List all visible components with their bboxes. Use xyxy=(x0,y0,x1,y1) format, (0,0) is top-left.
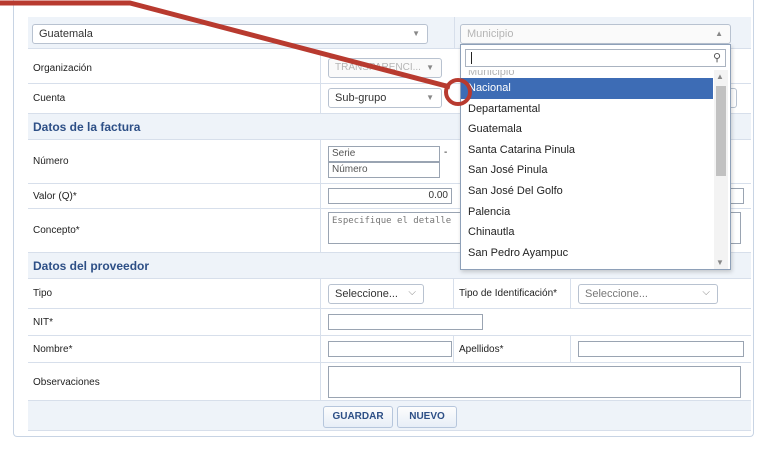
numero-input[interactable]: Número xyxy=(328,162,440,178)
scroll-up-icon[interactable]: ▲ xyxy=(716,72,724,81)
valor-value: 0.00 xyxy=(428,190,448,201)
chevron-down-icon: ⌵ xyxy=(702,287,710,298)
tipo-select[interactable]: Seleccione... ⌵ xyxy=(328,284,424,304)
department-select[interactable]: Guatemala ▼ xyxy=(32,24,428,44)
chevron-down-icon: ⌵ xyxy=(408,287,416,298)
divider xyxy=(320,363,321,400)
organizacion-label: Organización xyxy=(33,63,92,74)
factura-section-title: Datos de la factura xyxy=(33,120,141,134)
chevron-up-icon: ▲ xyxy=(715,29,723,38)
dropdown-option[interactable]: Nacional xyxy=(461,78,713,99)
dropdown-option[interactable]: San José Del Golfo xyxy=(461,181,713,202)
concepto-placeholder: Especifique el detalle xyxy=(332,216,452,226)
divider xyxy=(570,336,571,362)
serie-dash: - xyxy=(444,147,448,158)
chevron-down-icon: ▼ xyxy=(426,93,434,102)
divider xyxy=(454,17,455,48)
divider xyxy=(453,336,454,362)
cuenta-label: Cuenta xyxy=(33,93,66,104)
dropdown-option[interactable]: San Pedro Ayampuc xyxy=(461,243,713,264)
dropdown-options-list: Municipio Nacional Departamental Guatemala… xyxy=(461,70,713,269)
dropdown-option[interactable]: Santa Catarina Pinula xyxy=(461,140,713,161)
organizacion-select[interactable]: TRANSPARENCI... ▼ xyxy=(328,58,442,78)
chevron-down-icon: ▼ xyxy=(412,29,420,38)
divider xyxy=(320,140,321,183)
guardar-button[interactable]: GUARDAR xyxy=(323,406,393,428)
scroll-down-icon[interactable]: ▼ xyxy=(716,258,724,267)
dropdown-scrollbar[interactable]: ▲ ▼ xyxy=(714,70,728,269)
divider xyxy=(320,84,321,113)
nombre-label: Nombre* xyxy=(33,344,73,355)
numero-placeholder: Número xyxy=(332,164,368,175)
valor-input[interactable]: 0.00 xyxy=(328,188,452,204)
cuenta-select-value: Sub-grupo xyxy=(335,92,387,104)
nuevo-button[interactable]: NUEVO xyxy=(397,406,457,428)
divider xyxy=(320,309,321,335)
dropdown-option[interactable]: San José Pinula xyxy=(461,160,713,181)
observaciones-textarea[interactable] xyxy=(328,366,741,398)
tipo-identificacion-select-value: Seleccione... xyxy=(585,288,648,300)
scrollbar-thumb[interactable] xyxy=(716,86,726,176)
apellidos-label: Apellidos* xyxy=(459,344,504,355)
municipio-select[interactable]: Municipio ▲ xyxy=(460,24,731,44)
concepto-label: Concepto* xyxy=(33,225,80,236)
nit-label: NIT* xyxy=(33,317,53,328)
dropdown-placeholder-option[interactable]: Municipio xyxy=(461,70,713,78)
divider xyxy=(320,54,321,83)
serie-input[interactable]: Serie xyxy=(328,146,440,162)
serie-placeholder: Serie xyxy=(332,148,356,159)
department-select-value: Guatemala xyxy=(39,28,93,40)
municipio-dropdown: ⚲ Municipio Nacional Departamental Guatema… xyxy=(460,44,731,270)
nombre-input[interactable] xyxy=(328,341,452,357)
search-icon: ⚲ xyxy=(712,52,721,64)
divider xyxy=(320,279,321,308)
valor-label: Valor (Q)* xyxy=(33,191,77,202)
tipo-identificacion-label: Tipo de Identificación* xyxy=(459,288,558,299)
divider xyxy=(320,336,321,362)
municipio-select-value: Municipio xyxy=(467,28,514,40)
chevron-down-icon: ▼ xyxy=(426,63,434,72)
divider xyxy=(320,184,321,208)
dropdown-option[interactable]: Palencia xyxy=(461,202,713,223)
dropdown-search-input[interactable]: ⚲ xyxy=(465,49,726,67)
text-caret xyxy=(471,52,472,64)
numero-label: Número xyxy=(33,156,69,167)
tipo-label: Tipo xyxy=(33,288,53,299)
organizacion-select-value: TRANSPARENCI... xyxy=(335,62,421,73)
observaciones-label: Observaciones xyxy=(33,377,100,388)
dropdown-option[interactable]: Chinautla xyxy=(461,222,713,243)
divider xyxy=(570,279,571,308)
divider xyxy=(453,279,454,308)
tipo-select-value: Seleccione... xyxy=(335,288,398,300)
apellidos-input[interactable] xyxy=(578,341,744,357)
tipo-identificacion-select[interactable]: Seleccione... ⌵ xyxy=(578,284,718,304)
divider xyxy=(320,209,321,252)
dropdown-option[interactable]: Guatemala xyxy=(461,119,713,140)
proveedor-section-title: Datos del proveedor xyxy=(33,259,150,273)
dropdown-option[interactable]: Departamental xyxy=(461,99,713,120)
nit-input[interactable] xyxy=(328,314,483,330)
cuenta-select[interactable]: Sub-grupo ▼ xyxy=(328,88,442,108)
valor-secondary-input[interactable] xyxy=(730,188,744,204)
